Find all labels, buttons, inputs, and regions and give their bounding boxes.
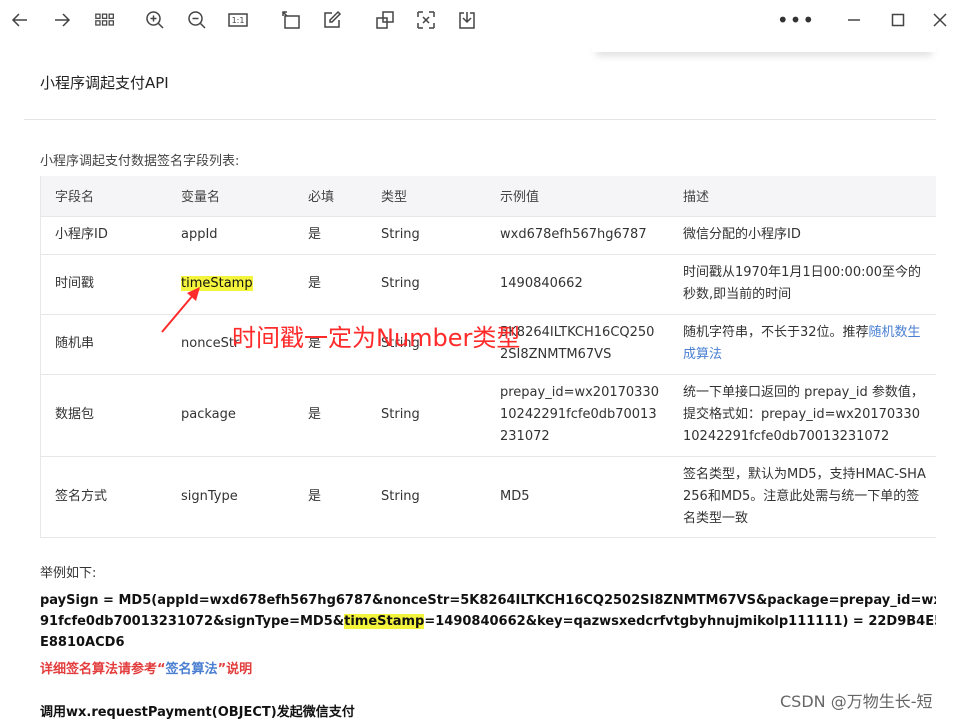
- annotation-text: 时间戳一定为Number类型: [232, 324, 521, 352]
- highlighted-timestamp: timeStamp: [344, 614, 425, 629]
- paysign-line-2-post: =1490840662&key=qazwsxedcrfvtgbyhnujmiko…: [424, 614, 936, 629]
- type-value: String: [366, 373, 485, 456]
- section-heading: 调用wx.requestPayment(OBJECT)发起微信支付: [40, 705, 355, 720]
- variable-name: appId: [166, 215, 293, 254]
- required-value: 是: [293, 253, 366, 314]
- example-title: 举例如下:: [40, 566, 97, 581]
- field-name: 时间戳: [40, 253, 166, 314]
- column-header: 描述: [668, 176, 936, 216]
- column-header: 类型: [366, 176, 485, 216]
- zoom-in-icon[interactable]: [143, 8, 167, 32]
- field-name: 随机串: [40, 313, 166, 374]
- table-row: 签名方式 signType 是 String MD5 签名类型，默认为MD5，支…: [40, 455, 936, 538]
- toolbar-shadow: [592, 40, 936, 52]
- annotation-arrow: [161, 287, 200, 333]
- close-icon[interactable]: [928, 8, 952, 32]
- description: 统一下单接口返回的 prepay_id 参数值，提交格式如：prepay_id=…: [668, 373, 936, 456]
- note-post: ”说明: [217, 662, 253, 677]
- paysign-line-3: E8810ACD6: [40, 635, 125, 650]
- column-header: 示例值: [485, 176, 668, 216]
- variable-name: package: [166, 373, 293, 456]
- description-cell: 随机字符串，不长于32位。推荐随机数生成算法: [668, 313, 936, 374]
- paysign-line-2-pre: 91fcfe0db70013231072&signType=MD5&: [40, 614, 345, 629]
- required-value: 是: [293, 455, 366, 538]
- note-pre: 详细签名算法请参考“: [40, 662, 166, 677]
- algorithm-note: 详细签名算法请参考“签名算法”说明: [40, 658, 252, 677]
- forward-arrow-icon[interactable]: [50, 8, 74, 32]
- paysign-line-2: 91fcfe0db70013231072&signType=MD5&timeSt…: [40, 611, 936, 632]
- page-title: 小程序调起支付API: [40, 74, 169, 92]
- crop-icon[interactable]: [373, 8, 397, 32]
- type-value: String: [366, 253, 485, 314]
- variable-name: signType: [166, 455, 293, 538]
- table-caption: 小程序调起支付数据签名字段列表:: [40, 154, 240, 169]
- paysign-line-1: paySign = MD5(appId=wxd678efh567hg6787&n…: [40, 593, 936, 608]
- maximize-icon[interactable]: [886, 8, 910, 32]
- description: 签名类型，默认为MD5，支持HMAC-SHA256和MD5。注意此处需与统一下单…: [668, 455, 936, 538]
- rotate-icon[interactable]: [279, 8, 303, 32]
- example-value: 1490840662: [485, 253, 668, 314]
- required-value: 是: [293, 373, 366, 456]
- description: 随机字符串，不长于32位。推荐: [683, 325, 869, 340]
- translate-icon[interactable]: [414, 8, 438, 32]
- column-header: 必填: [293, 176, 366, 216]
- example-value: wxd678efh567hg6787: [485, 215, 668, 254]
- back-arrow-icon[interactable]: [8, 8, 32, 32]
- table-row: 小程序ID appId 是 String wxd678efh567hg6787 …: [40, 215, 936, 254]
- zoom-out-icon[interactable]: [185, 8, 209, 32]
- sign-algo-link[interactable]: 签名算法: [166, 662, 218, 677]
- description: 微信分配的小程序ID: [668, 215, 936, 254]
- table-row: 数据包 package 是 String prepay_id=wx2017033…: [40, 373, 936, 456]
- example-value: prepay_id=wx2017033010242291fcfe0db70013…: [485, 373, 668, 456]
- table-header-row: 字段名 变量名 必填 类型 示例值 描述: [40, 176, 936, 216]
- paysign-example: paySign = MD5(appId=wxd678efh567hg6787&n…: [40, 590, 936, 653]
- divider: [24, 119, 936, 120]
- signature-fields-table: 字段名 变量名 必填 类型 示例值 描述 小程序ID appId 是 Strin…: [40, 176, 936, 538]
- field-name: 小程序ID: [40, 215, 166, 254]
- required-value: 是: [293, 215, 366, 254]
- watermark: CSDN @万物生长-短: [780, 692, 933, 711]
- actual-size-label: 1:1: [231, 15, 245, 25]
- viewer-toolbar: 1:1 •••: [0, 0, 960, 40]
- more-icon[interactable]: •••: [777, 8, 814, 32]
- field-name: 签名方式: [40, 455, 166, 538]
- actual-size-icon[interactable]: 1:1: [226, 8, 250, 32]
- grid-icon[interactable]: [92, 8, 118, 32]
- type-value: String: [366, 215, 485, 254]
- type-value: String: [366, 455, 485, 538]
- example-value: MD5: [485, 455, 668, 538]
- column-header: 字段名: [40, 176, 166, 216]
- download-icon[interactable]: [455, 8, 479, 32]
- minimize-icon[interactable]: [842, 8, 866, 32]
- field-name: 数据包: [40, 373, 166, 456]
- edit-icon[interactable]: [320, 8, 344, 32]
- column-header: 变量名: [166, 176, 293, 216]
- description: 时间戳从1970年1月1日00:00:00至今的秒数,即当前的时间: [668, 253, 936, 314]
